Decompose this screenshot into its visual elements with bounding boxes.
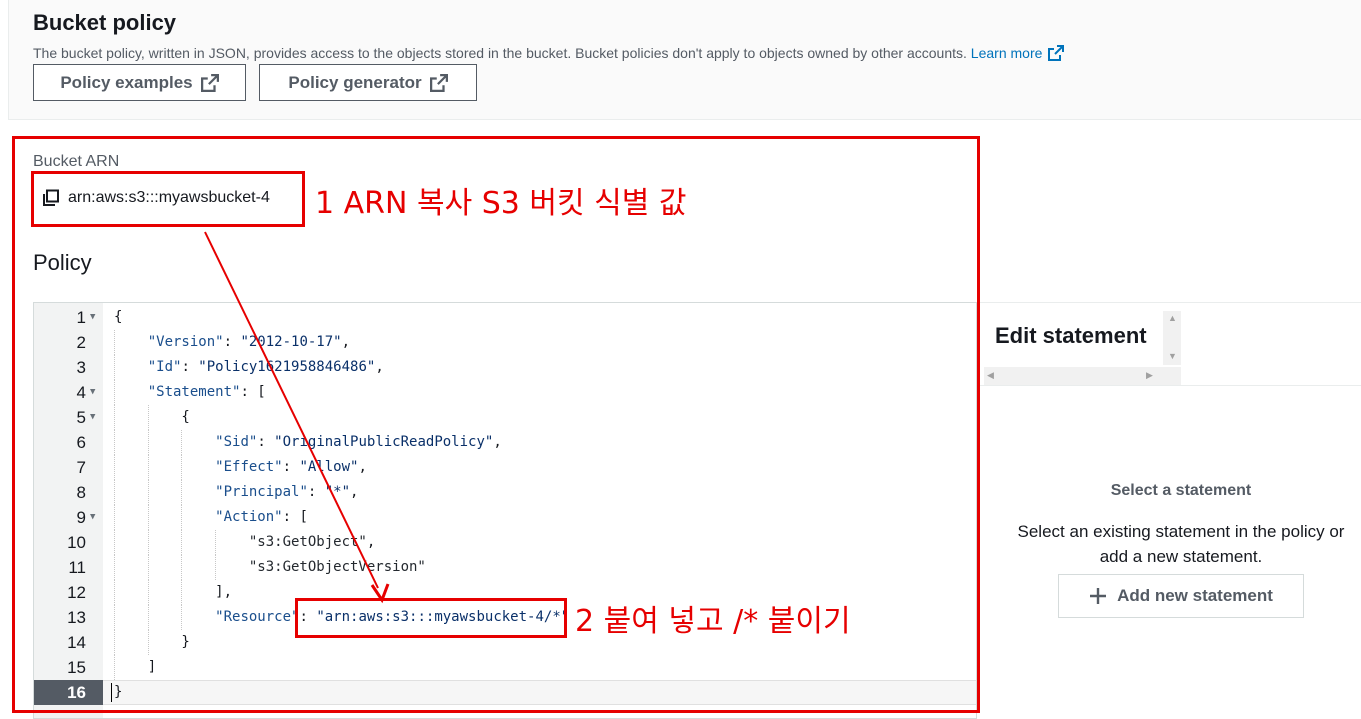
horizontal-scrollbar[interactable]: ◀ ▶	[984, 367, 1181, 385]
select-desc-line-2: add a new statement.	[1099, 547, 1263, 566]
annotation-note-2: 2 붙여 넣고 /* 붙이기	[575, 604, 851, 639]
panel-divider	[980, 385, 1361, 386]
edit-statement-header: Edit statement ▲ ▼ ◀ ▶	[980, 303, 1181, 385]
add-new-statement-button[interactable]: Add new statement	[1058, 574, 1304, 618]
policy-examples-button[interactable]: Policy examples	[33, 64, 246, 101]
section-description: The bucket policy, written in JSON, prov…	[33, 45, 1065, 61]
external-link-icon	[1048, 45, 1065, 61]
section-title: Bucket policy	[33, 10, 177, 35]
plus-icon	[1090, 588, 1107, 604]
policy-examples-label: Policy examples	[60, 72, 193, 92]
select-desc-line-1: Select an existing statement in the poli…	[1017, 522, 1345, 541]
policy-generator-button[interactable]: Policy generator	[259, 64, 477, 101]
scroll-left-icon[interactable]: ◀	[987, 370, 994, 381]
learn-more-link[interactable]: Learn more	[971, 45, 1065, 61]
scroll-down-icon[interactable]: ▼	[1168, 351, 1177, 361]
external-link-icon	[200, 73, 219, 92]
annotation-resource-box	[295, 598, 567, 638]
external-link-icon	[429, 73, 448, 92]
policy-generator-label: Policy generator	[288, 72, 422, 92]
vertical-scrollbar[interactable]: ▲ ▼	[1163, 311, 1181, 365]
scroll-up-icon[interactable]: ▲	[1168, 313, 1177, 323]
scroll-right-icon[interactable]: ▶	[1146, 370, 1153, 381]
add-new-statement-label: Add new statement	[1117, 586, 1273, 605]
edit-statement-title: Edit statement	[995, 323, 1147, 348]
select-statement-title: Select a statement	[1110, 482, 1252, 499]
description-text: The bucket policy, written in JSON, prov…	[33, 45, 967, 61]
edit-statement-panel: Edit statement ▲ ▼ ◀ ▶ Select a statemen…	[980, 302, 1361, 719]
annotation-arn-box	[31, 171, 305, 227]
learn-more-label: Learn more	[970, 45, 1043, 61]
select-statement-description: Select an existing statement in the poli…	[980, 519, 1361, 569]
annotation-note-1: 1 ARN 복사 S3 버킷 식별 값	[315, 186, 687, 221]
